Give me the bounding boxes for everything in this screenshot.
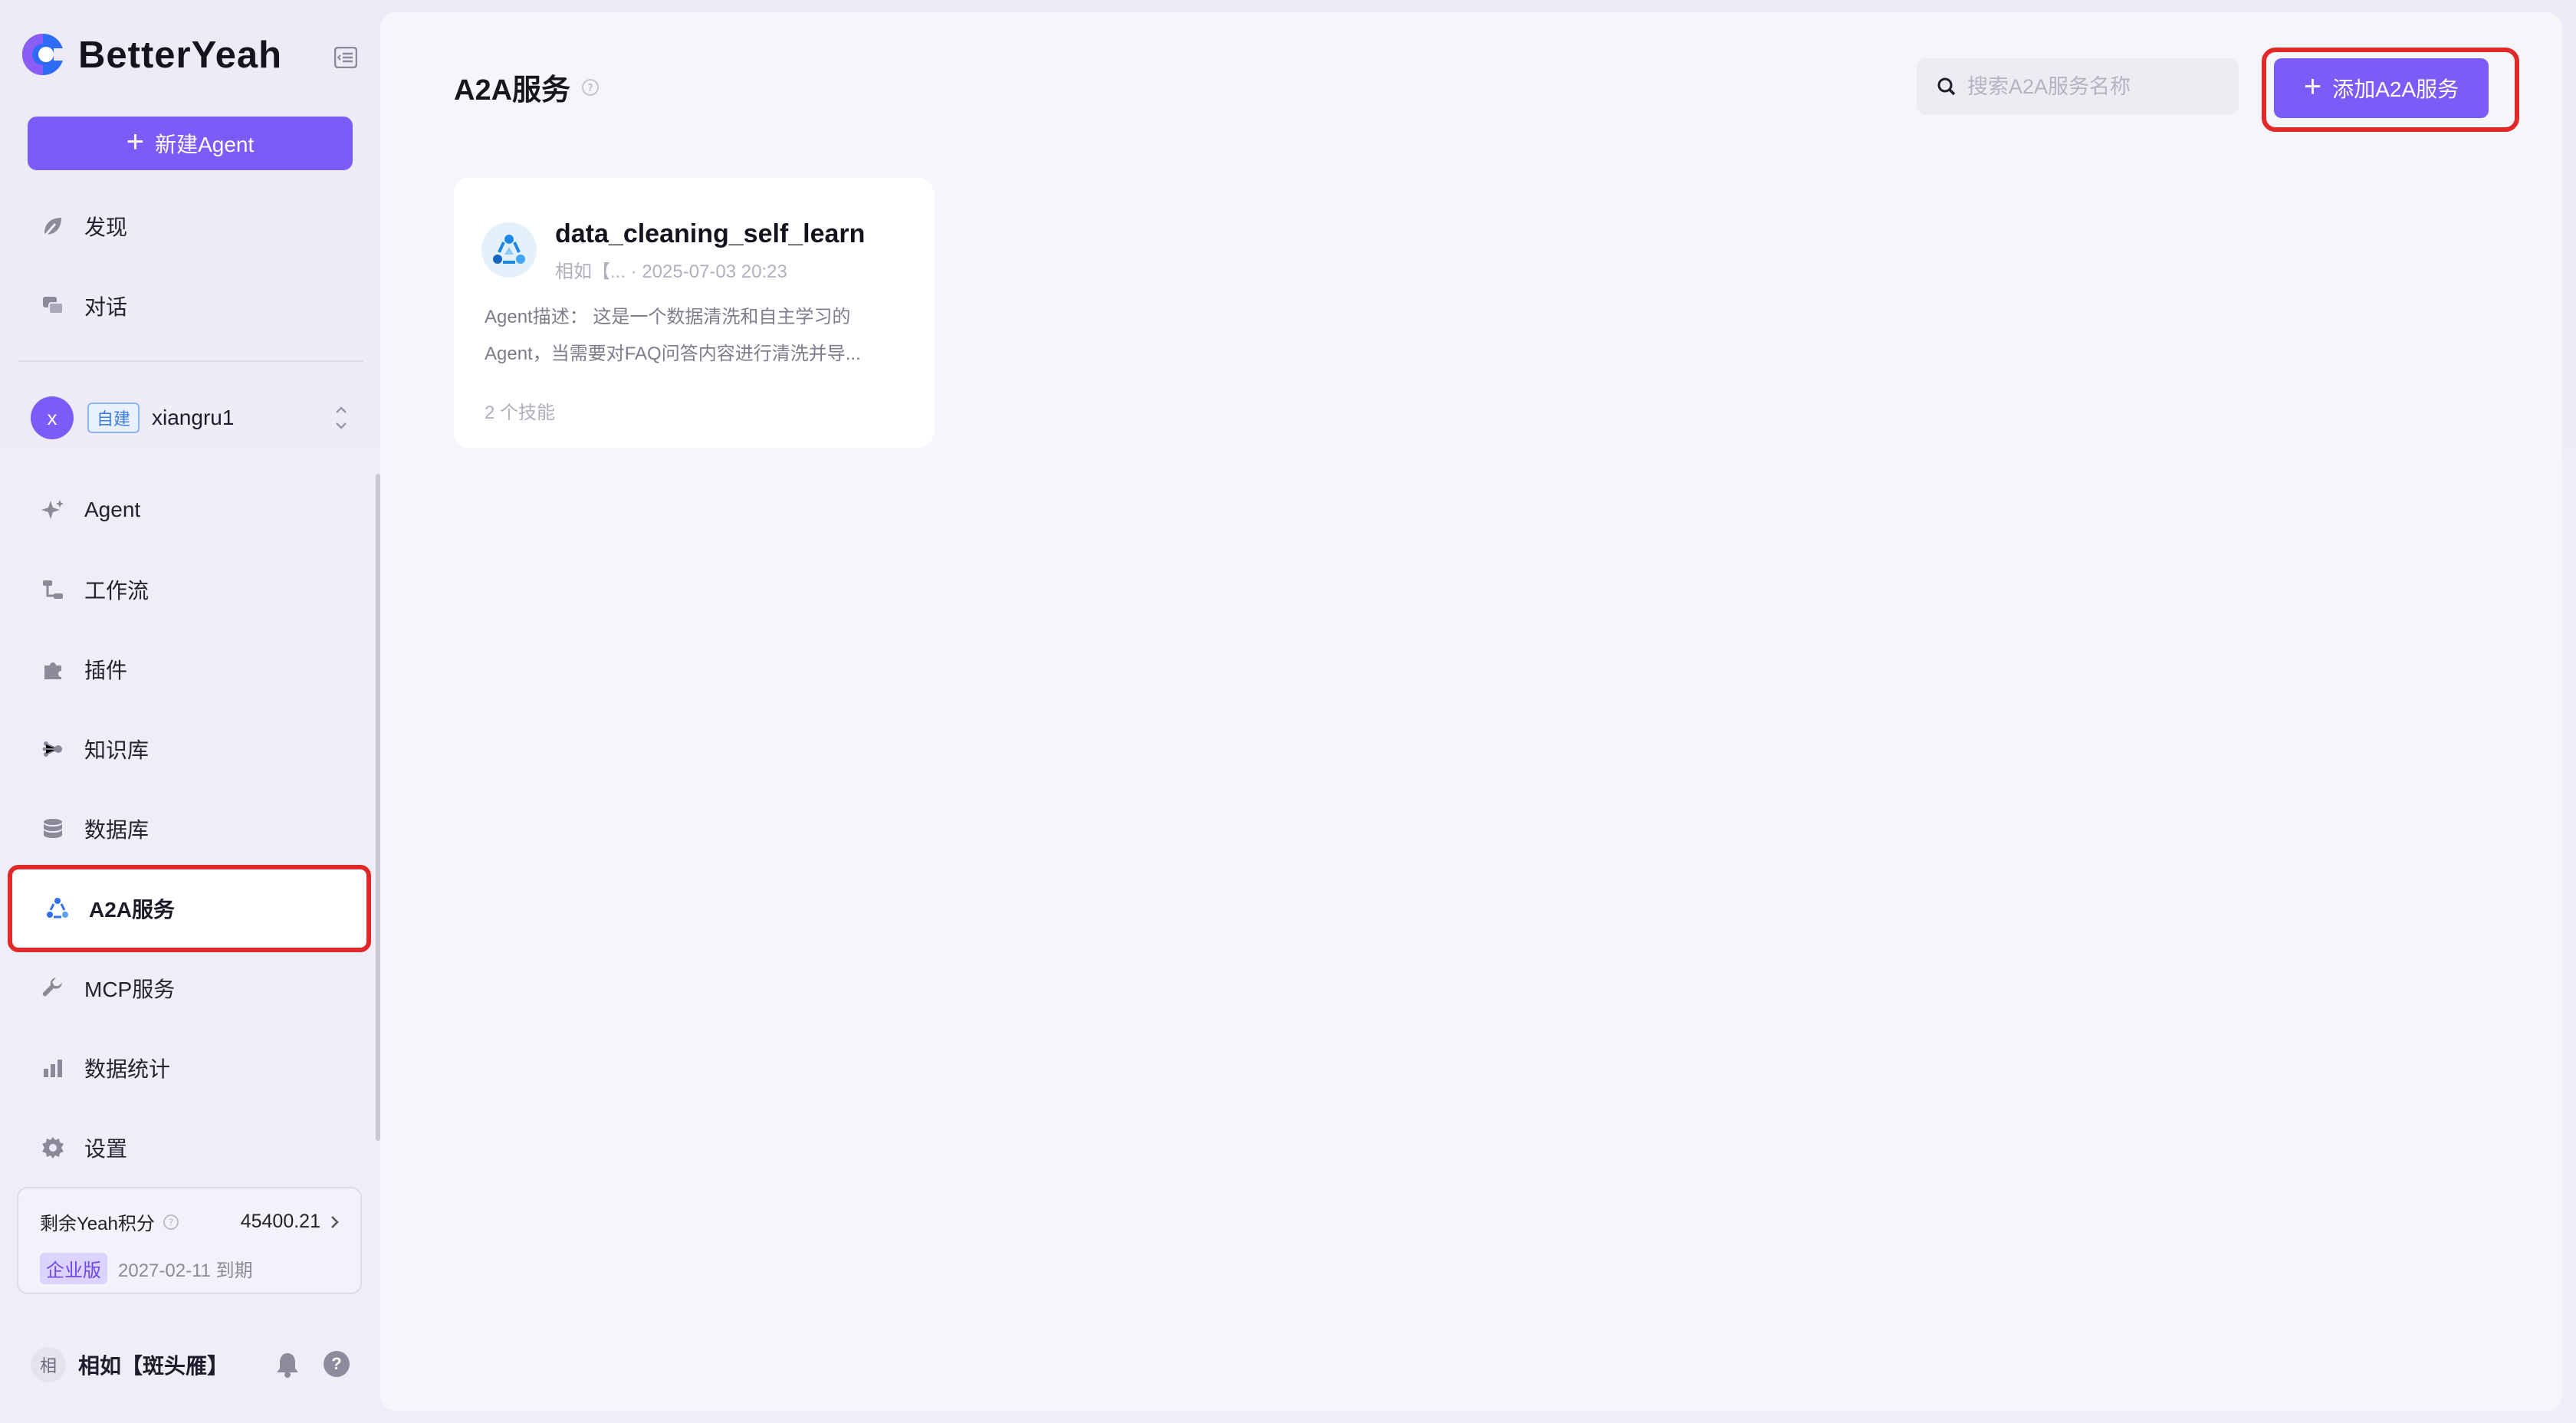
sidebar-item-settings[interactable]: 设置 <box>15 1113 362 1182</box>
workflow-icon <box>40 577 66 603</box>
sidebar-item-label: 设置 <box>84 1137 128 1161</box>
sidebar-divider <box>18 360 363 362</box>
a2a-service-icon <box>481 222 537 278</box>
sidebar-item-label: A2A服务 <box>89 898 176 922</box>
card-description-line: Agent，当需要对FAQ问答内容进行清洗并导... <box>485 343 861 364</box>
brand-logo-icon <box>22 34 64 75</box>
tier-badge: 企业版 <box>40 1253 107 1284</box>
card-description: Agent描述： 这是一个数据清洗和自主学习的 Agent，当需要对FAQ问答内… <box>485 299 914 373</box>
expiry-text: 2027-02-11 到期 <box>118 1260 253 1281</box>
credits-panel[interactable]: 剩余Yeah积分 ? 45400.21 企业版 2027-02-11 到期 <box>17 1187 362 1294</box>
a2a-service-card[interactable]: data_cleaning_self_learn 相如【... · 2025-0… <box>454 178 934 448</box>
add-a2a-highlight: + 添加A2A服务 <box>2262 48 2519 132</box>
sidebar-item-chat[interactable]: 对话 <box>15 271 362 340</box>
puzzle-icon <box>40 656 66 682</box>
user-profile[interactable]: 相 相如【斑头雁】 ? <box>31 1343 356 1386</box>
workspace-avatar: x <box>31 396 74 439</box>
sidebar-item-discover[interactable]: 发现 <box>15 192 362 261</box>
database-icon <box>40 816 66 842</box>
sidebar-item-plugin[interactable]: 插件 <box>15 635 362 704</box>
sparkle-icon <box>40 497 66 523</box>
gear-icon <box>40 1135 66 1161</box>
add-a2a-label: 添加A2A服务 <box>2332 77 2459 101</box>
app-window: BetterYeah + 新建Agent 发现 对话 x 自建 xiangru1… <box>0 0 2576 1423</box>
sidebar-item-a2a[interactable]: A2A服务 <box>8 865 371 952</box>
workspace-tag: 自建 <box>87 403 140 433</box>
main-panel: A2A服务 ? + 添加A2A服务 data_c <box>380 12 2562 1411</box>
sidebar: BetterYeah + 新建Agent 发现 对话 x 自建 xiangru1… <box>0 0 380 1423</box>
chevron-updown-icon <box>336 406 347 429</box>
sidebar-item-label: 数据库 <box>84 818 150 842</box>
sidebar-item-knowledge[interactable]: 知识库 <box>15 715 362 784</box>
user-name: 相如【斑头雁】 <box>78 1354 229 1378</box>
sidebar-item-label: 发现 <box>84 215 128 239</box>
sidebar-item-label: Agent <box>84 498 141 521</box>
workspace-name: xiangru1 <box>152 406 235 429</box>
user-avatar: 相 <box>31 1347 66 1382</box>
page-title: A2A服务 ? <box>454 66 600 108</box>
bell-icon[interactable] <box>274 1351 301 1379</box>
discover-icon <box>40 213 66 239</box>
svg-text:?: ? <box>587 83 593 94</box>
card-meta: 相如【... · 2025-07-03 20:23 <box>555 261 787 282</box>
credits-value: 45400.21 <box>240 1211 320 1232</box>
sidebar-item-label: 对话 <box>84 295 128 319</box>
sidebar-item-statistics[interactable]: 数据统计 <box>15 1034 362 1103</box>
sidebar-item-mcp[interactable]: MCP服务 <box>15 954 362 1023</box>
bar-chart-icon <box>40 1055 66 1081</box>
help-circle-icon[interactable]: ? <box>581 78 600 97</box>
sidebar-item-label: 插件 <box>84 659 128 682</box>
sidebar-item-label: 数据统计 <box>84 1057 171 1081</box>
sidebar-item-label: MCP服务 <box>84 978 176 1001</box>
help-circle-icon: ? <box>163 1214 179 1230</box>
sidebar-item-workflow[interactable]: 工作流 <box>15 555 362 624</box>
svg-text:?: ? <box>169 1217 173 1227</box>
add-a2a-button[interactable]: + 添加A2A服务 <box>2274 58 2489 118</box>
collapse-icon <box>334 47 357 68</box>
brand-name: BetterYeah <box>78 35 283 76</box>
wrench-icon <box>40 975 66 1001</box>
knowledge-icon <box>40 736 66 762</box>
brand[interactable]: BetterYeah <box>20 31 282 80</box>
sidebar-item-label: 工作流 <box>84 579 150 603</box>
credits-label: 剩余Yeah积分 <box>40 1214 155 1234</box>
chat-icon <box>40 293 66 319</box>
new-agent-label: 新建Agent <box>155 133 255 156</box>
workspace-switcher[interactable]: x 自建 xiangru1 <box>31 394 353 442</box>
page-title-text: A2A服务 <box>454 74 571 107</box>
collapse-sidebar-button[interactable] <box>328 40 363 75</box>
a2a-icon <box>44 896 71 922</box>
sidebar-item-label: 知识库 <box>84 738 150 762</box>
help-icon[interactable]: ? <box>324 1351 350 1377</box>
plus-icon: + <box>2303 70 2322 104</box>
card-description-line: Agent描述： 这是一个数据清洗和自主学习的 <box>485 307 851 327</box>
search-icon <box>1937 77 1956 96</box>
card-title: data_cleaning_self_learn <box>555 219 866 248</box>
sidebar-item-database[interactable]: 数据库 <box>15 794 362 863</box>
chevron-right-icon <box>331 1215 339 1228</box>
card-skills-count: 2 个技能 <box>485 403 556 423</box>
search-input[interactable] <box>1967 74 2228 99</box>
new-agent-button[interactable]: + 新建Agent <box>28 117 353 170</box>
sidebar-item-agent[interactable]: Agent <box>15 475 362 544</box>
search-box[interactable] <box>1917 58 2239 115</box>
plus-icon: + <box>126 125 145 159</box>
